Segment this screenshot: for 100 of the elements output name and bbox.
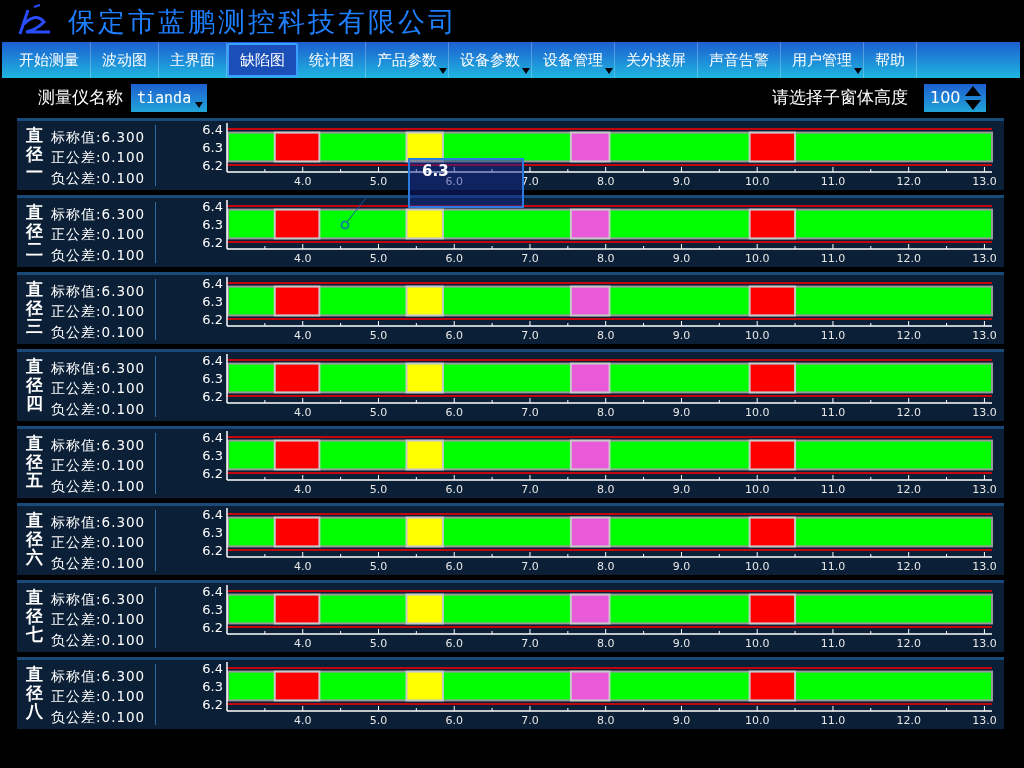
x-tick-label: 13.0 [972, 175, 997, 188]
x-tick-label: 11.0 [820, 560, 846, 573]
y-tick-label: 6.2 [202, 543, 223, 558]
y-tick-label: 6.2 [202, 158, 223, 173]
x-tick-label: 13.0 [972, 252, 997, 265]
lower-tolerance: 负公差:0.100 [51, 630, 146, 650]
x-tick-label: 6.0 [445, 560, 463, 573]
y-tick-label: 6.2 [202, 697, 223, 712]
x-tick-label: 7.0 [521, 252, 539, 265]
x-tick-label: 10.0 [744, 483, 770, 496]
x-tick-label: 11.0 [820, 483, 846, 496]
y-tick-label: 6.2 [202, 235, 223, 250]
y-tick-label: 6.4 [202, 276, 223, 291]
panel-name: 直径三 [26, 280, 43, 339]
nominal-value: 标称值:6.300 [51, 590, 146, 609]
panel-name: 直径二 [26, 203, 43, 262]
x-tick-label: 6.0 [445, 329, 463, 342]
x-tick-label: 6.0 [445, 714, 463, 727]
lower-tolerance: 负公差:0.100 [51, 399, 146, 419]
x-tick-label: 12.0 [896, 329, 921, 342]
x-tick-label: 6.0 [445, 637, 463, 650]
upper-tolerance: 正公差:0.100 [51, 610, 146, 630]
x-tick-label: 13.0 [972, 406, 997, 419]
upper-tolerance: 正公差:0.100 [51, 687, 146, 707]
nominal-value: 标称值:6.300 [51, 128, 146, 147]
x-tick-label: 7.0 [521, 329, 539, 342]
x-tick-label: 9.0 [672, 483, 691, 496]
x-tick-label: 11.0 [820, 714, 846, 727]
upper-tolerance: 正公差:0.100 [51, 533, 146, 553]
y-tick-label: 6.3 [202, 371, 223, 386]
y-tick-label: 6.4 [202, 584, 223, 599]
x-tick-label: 9.0 [672, 560, 691, 573]
y-tick-label: 6.3 [202, 679, 223, 694]
x-tick-label: 4.0 [294, 714, 312, 727]
x-tick-label: 9.0 [672, 637, 691, 650]
panel-name: 直径六 [26, 511, 43, 570]
y-tick-label: 6.3 [202, 602, 223, 617]
x-tick-label: 8.0 [596, 329, 615, 342]
lower-tolerance: 负公差:0.100 [51, 707, 146, 727]
y-tick-label: 6.2 [202, 312, 223, 327]
y-tick-label: 6.4 [202, 199, 223, 214]
x-tick-label: 9.0 [672, 329, 691, 342]
x-tick-label: 9.0 [672, 714, 691, 727]
x-tick-label: 8.0 [596, 175, 615, 188]
x-tick-label: 12.0 [896, 406, 921, 419]
company-title: 保定市蓝鹏测控科技有限公司 [68, 7, 458, 35]
x-tick-label: 13.0 [972, 483, 997, 496]
y-tick-label: 6.2 [202, 466, 223, 481]
x-tick-label: 11.0 [820, 637, 846, 650]
x-tick-label: 9.0 [672, 252, 691, 265]
x-tick-label: 5.0 [369, 560, 388, 573]
x-tick-label: 6.0 [445, 483, 463, 496]
upper-tolerance: 正公差:0.100 [51, 148, 146, 168]
upper-tolerance: 正公差:0.100 [51, 302, 146, 322]
y-tick-label: 6.4 [202, 122, 223, 137]
x-tick-label: 10.0 [744, 714, 770, 727]
x-tick-label: 13.0 [972, 714, 997, 727]
x-tick-label: 4.0 [294, 406, 312, 419]
y-tick-label: 6.4 [202, 661, 223, 676]
x-tick-label: 5.0 [369, 483, 388, 496]
x-tick-label: 4.0 [294, 252, 312, 265]
x-tick-label: 10.0 [744, 175, 770, 188]
x-tick-label: 12.0 [896, 252, 921, 265]
y-tick-label: 6.3 [202, 217, 223, 232]
y-tick-label: 6.2 [202, 389, 223, 404]
x-tick-label: 5.0 [369, 637, 388, 650]
x-tick-label: 11.0 [820, 329, 846, 342]
lower-tolerance: 负公差:0.100 [51, 168, 146, 188]
panel-name: 直径八 [26, 665, 43, 724]
nominal-value: 标称值:6.300 [51, 513, 146, 532]
x-tick-label: 4.0 [294, 175, 312, 188]
x-tick-label: 12.0 [896, 560, 921, 573]
x-tick-label: 7.0 [521, 714, 539, 727]
nominal-value: 标称值:6.300 [51, 667, 146, 686]
x-tick-label: 6.0 [445, 406, 463, 419]
x-tick-label: 4.0 [294, 483, 312, 496]
x-tick-label: 10.0 [744, 560, 770, 573]
x-tick-label: 4.0 [294, 637, 312, 650]
x-tick-label: 7.0 [521, 637, 539, 650]
x-tick-label: 13.0 [972, 637, 997, 650]
y-tick-label: 6.3 [202, 448, 223, 463]
x-tick-label: 12.0 [896, 175, 921, 188]
y-tick-label: 6.3 [202, 140, 223, 155]
x-tick-label: 8.0 [596, 637, 615, 650]
x-tick-label: 5.0 [369, 406, 388, 419]
x-tick-label: 11.0 [820, 252, 846, 265]
y-tick-label: 6.3 [202, 525, 223, 540]
x-tick-label: 11.0 [820, 406, 846, 419]
x-tick-label: 12.0 [896, 637, 921, 650]
nominal-value: 标称值:6.300 [51, 436, 146, 455]
upper-tolerance: 正公差:0.100 [51, 379, 146, 399]
lower-tolerance: 负公差:0.100 [51, 322, 146, 342]
lower-tolerance: 负公差:0.100 [51, 476, 146, 496]
x-tick-label: 11.0 [820, 175, 846, 188]
height-label: 请选择子窗体高度 [772, 86, 908, 110]
y-tick-label: 6.4 [202, 353, 223, 368]
y-tick-label: 6.2 [202, 620, 223, 635]
y-tick-label: 6.3 [202, 294, 223, 309]
panel-name: 直径四 [26, 357, 43, 416]
x-tick-label: 9.0 [672, 175, 691, 188]
